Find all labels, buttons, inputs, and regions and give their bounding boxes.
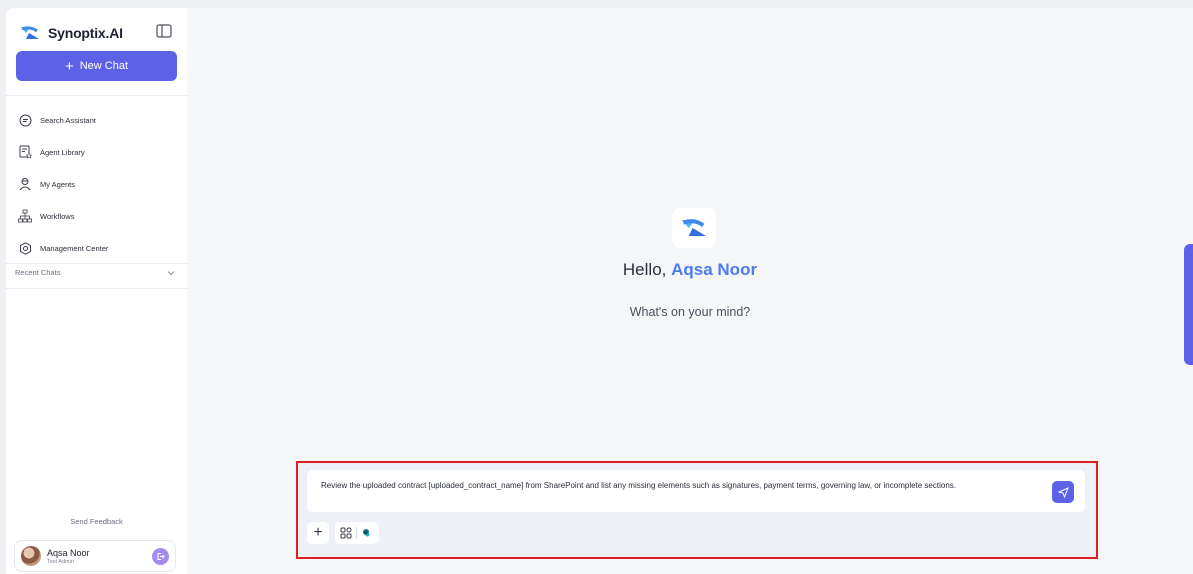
grid-icon: [340, 527, 352, 539]
send-icon: [1057, 486, 1069, 498]
brand-name: Synoptix.AI: [48, 25, 123, 41]
document-star-icon: [18, 145, 32, 159]
chevron-down-icon: [167, 270, 175, 275]
plus-icon: +: [313, 524, 323, 541]
logout-icon: [157, 553, 165, 560]
chat-icon: [18, 113, 32, 127]
greeting-prefix: Hello,: [622, 260, 667, 279]
new-chat-label: New Chat: [79, 60, 129, 72]
divider: [6, 288, 187, 289]
divider: [6, 95, 187, 96]
sharepoint-icon: [363, 529, 370, 537]
sidebar-item-search-assistant[interactable]: Search Assistant: [18, 104, 178, 136]
plus-icon: +: [64, 57, 74, 75]
prompt-text[interactable]: Review the uploaded contract [uploaded_c…: [321, 480, 1041, 491]
sidebar-item-label: Search Assistant: [40, 115, 96, 125]
sidebar-item-label: Agent Library: [40, 147, 85, 157]
greeting: Hello, Aqsa Noor: [187, 260, 1193, 280]
synoptix-logo-icon: [682, 219, 706, 236]
user-role: Test Admin: [47, 558, 74, 565]
prompt-input[interactable]: Review the uploaded contract [uploaded_c…: [307, 470, 1085, 512]
tools-button[interactable]: [335, 522, 379, 544]
user-name: Aqsa Noor: [47, 547, 90, 558]
main-area: Hello, Aqsa Noor What's on your mind? Re…: [187, 8, 1193, 574]
divider: [356, 527, 357, 539]
greeting-name: Aqsa Noor: [671, 260, 758, 279]
user-card[interactable]: Aqsa Noor Test Admin: [14, 540, 176, 572]
send-feedback-link[interactable]: Send Feedback: [6, 517, 187, 526]
divider: [6, 263, 187, 264]
synoptix-logo-icon: [21, 26, 39, 39]
avatar: [21, 546, 41, 566]
hero-logo: [672, 208, 716, 248]
composer: Review the uploaded contract [uploaded_c…: [296, 461, 1098, 559]
workflow-icon: [18, 209, 32, 223]
recent-chats-label: Recent Chats: [15, 268, 61, 277]
recent-chats-toggle[interactable]: Recent Chats: [15, 268, 175, 277]
logout-button[interactable]: [152, 548, 169, 565]
sidebar-item-management-center[interactable]: Management Center: [18, 232, 178, 264]
sidebar-item-workflows[interactable]: Workflows: [18, 200, 178, 232]
sidebar-toggle-icon[interactable]: [156, 24, 172, 38]
sidebar-item-agent-library[interactable]: Agent Library: [18, 136, 178, 168]
sidebar: Synoptix.AI + New Chat Search Assistant …: [6, 8, 187, 574]
new-chat-button[interactable]: + New Chat: [16, 51, 177, 81]
subtitle: What's on your mind?: [629, 305, 751, 319]
send-button[interactable]: [1052, 481, 1074, 503]
side-panel-tab[interactable]: [1184, 244, 1193, 365]
sidebar-item-label: Management Center: [40, 243, 109, 253]
brand[interactable]: Synoptix.AI: [18, 23, 123, 43]
agent-icon: [18, 177, 32, 191]
gear-icon: [18, 241, 32, 255]
sidebar-item-label: My Agents: [40, 179, 76, 189]
sidebar-item-label: Workflows: [40, 211, 75, 221]
sidebar-item-my-agents[interactable]: My Agents: [18, 168, 178, 200]
sidebar-nav: Search Assistant Agent Library My Agents…: [18, 104, 178, 264]
add-attachment-button[interactable]: +: [307, 522, 329, 544]
